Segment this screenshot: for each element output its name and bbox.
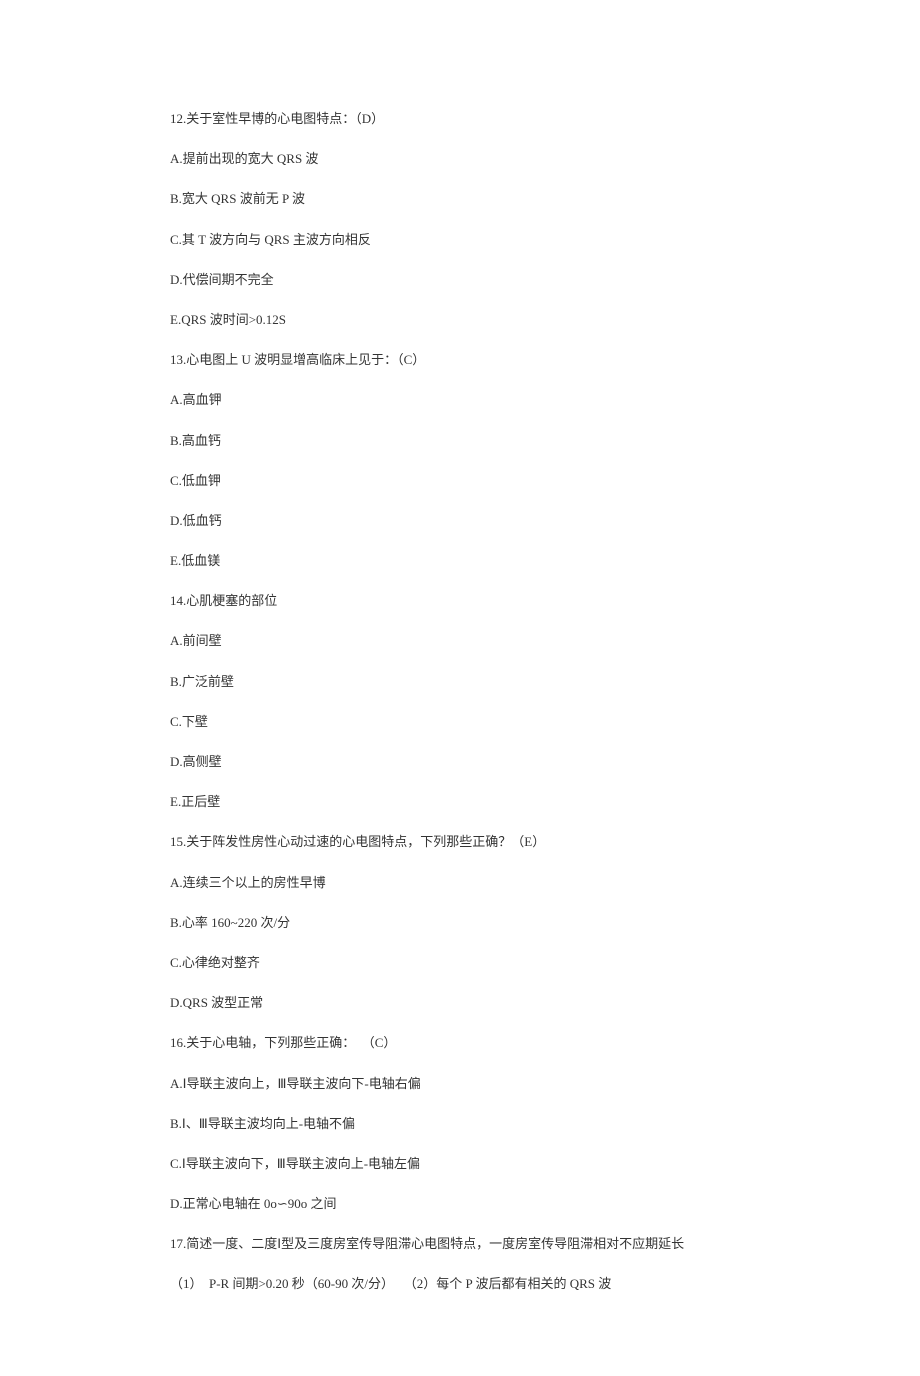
question-option: E.低血镁 <box>170 552 750 570</box>
question-option: C.心律绝对整齐 <box>170 954 750 972</box>
question-option: B.高血钙 <box>170 432 750 450</box>
question-option: C.其 T 波方向与 QRS 主波方向相反 <box>170 231 750 249</box>
question-option: E.正后壁 <box>170 793 750 811</box>
question-stem: 14.心肌梗塞的部位 <box>170 592 750 610</box>
question-option: E.QRS 波时间>0.12S <box>170 311 750 329</box>
question-option: C.下壁 <box>170 713 750 731</box>
question-stem: 17.简述一度、二度Ⅰ型及三度房室传导阻滞心电图特点，一度房室传导阻滞相对不应期… <box>170 1235 750 1253</box>
question-option: A.前间壁 <box>170 632 750 650</box>
question-stem: 16.关于心电轴，下列那些正确： （C） <box>170 1034 750 1052</box>
question-option: A.高血钾 <box>170 391 750 409</box>
question-option: D.QRS 波型正常 <box>170 994 750 1012</box>
question-option: A.提前出现的宽大 QRS 波 <box>170 150 750 168</box>
document-page: 12.关于室性早博的心电图特点：（D） A.提前出现的宽大 QRS 波 B.宽大… <box>0 0 920 1376</box>
question-stem: 13.心电图上 U 波明显增高临床上见于：（C） <box>170 351 750 369</box>
question-option: B.Ⅰ、Ⅲ导联主波均向上-电轴不偏 <box>170 1115 750 1133</box>
question-stem: 15.关于阵发性房性心动过速的心电图特点，下列那些正确？（E） <box>170 833 750 851</box>
question-option: A.Ⅰ导联主波向上，Ⅲ导联主波向下-电轴右偏 <box>170 1075 750 1093</box>
question-option: D.低血钙 <box>170 512 750 530</box>
question-option: B.广泛前壁 <box>170 673 750 691</box>
question-stem: 12.关于室性早博的心电图特点：（D） <box>170 110 750 128</box>
question-option: A.连续三个以上的房性早博 <box>170 874 750 892</box>
question-option: D.代偿间期不完全 <box>170 271 750 289</box>
question-option: B.心率 160~220 次/分 <box>170 914 750 932</box>
question-option: B.宽大 QRS 波前无 P 波 <box>170 190 750 208</box>
question-option: D.高侧壁 <box>170 753 750 771</box>
question-option: （1） P-R 间期>0.20 秒（60-90 次/分） （2）每个 P 波后都… <box>170 1275 750 1293</box>
question-option: D.正常心电轴在 0o∽90o 之间 <box>170 1195 750 1213</box>
question-option: C.低血钾 <box>170 472 750 490</box>
question-option: C.Ⅰ导联主波向下，Ⅲ导联主波向上-电轴左偏 <box>170 1155 750 1173</box>
